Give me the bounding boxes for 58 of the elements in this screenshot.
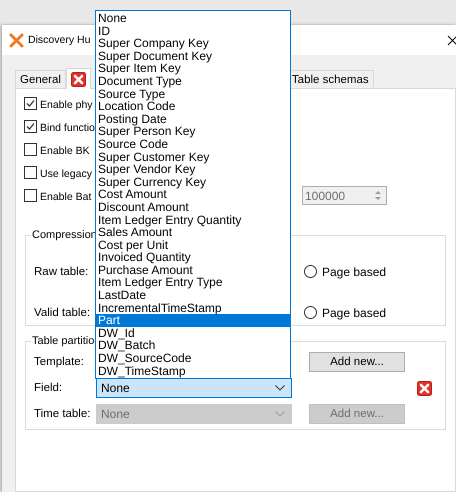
field-label: Time table: bbox=[34, 408, 92, 420]
list-option[interactable]: DW_Batch bbox=[96, 339, 290, 352]
list-option[interactable]: IncrementalTimeStamp bbox=[96, 302, 290, 314]
list-option[interactable]: Discount Amount bbox=[96, 200, 290, 214]
list-option[interactable]: Sales Amount bbox=[96, 226, 290, 239]
add-new-button[interactable]: Add new... bbox=[309, 352, 405, 372]
checkbox[interactable] bbox=[24, 120, 37, 133]
tab[interactable]: General bbox=[15, 70, 66, 88]
list-option[interactable]: DW_Id bbox=[96, 326, 290, 340]
close-icon[interactable] bbox=[447, 34, 456, 46]
list-option[interactable]: DW_SourceCode bbox=[96, 352, 290, 365]
dropdown-field[interactable]: None bbox=[96, 378, 292, 398]
checkbox-label: Enable BK bbox=[40, 144, 90, 156]
list-option[interactable]: Super Person Key bbox=[96, 125, 290, 138]
radio-button[interactable] bbox=[304, 265, 317, 278]
list-option[interactable]: Part bbox=[96, 314, 290, 327]
checkbox[interactable] bbox=[24, 97, 37, 110]
list-option[interactable]: Super Customer Key bbox=[96, 150, 290, 164]
checkbox-label: Enable Bat bbox=[40, 190, 92, 202]
list-option[interactable]: Cost per Unit bbox=[96, 238, 290, 252]
list-option[interactable]: None bbox=[96, 12, 290, 25]
list-option[interactable]: DW_TimeStamp bbox=[96, 364, 290, 378]
field-label: Raw table: bbox=[34, 266, 90, 278]
radio-label: Page based bbox=[322, 306, 386, 320]
list-option[interactable]: LastDate bbox=[96, 289, 290, 302]
window-title: Discovery Hu bbox=[28, 34, 90, 46]
radio-label: Page based bbox=[322, 264, 386, 278]
list-option[interactable]: Super Document Key bbox=[96, 50, 290, 62]
list-option[interactable]: Invoiced Quantity bbox=[96, 251, 290, 264]
x-logo-icon bbox=[9, 32, 24, 48]
list-option[interactable]: Super Company Key bbox=[96, 37, 290, 50]
radio-button[interactable] bbox=[304, 306, 317, 319]
list-option[interactable]: Posting Date bbox=[96, 112, 290, 126]
list-option[interactable]: Super Currency Key bbox=[96, 176, 290, 188]
list-option[interactable]: Item Ledger Entry Quantity bbox=[96, 214, 290, 226]
checkbox-label: Enable phy bbox=[40, 98, 93, 110]
chevron-icon bbox=[275, 411, 285, 417]
field-label: Valid table: bbox=[34, 306, 92, 318]
checkbox[interactable] bbox=[24, 166, 37, 179]
list-option[interactable]: Super Vendor Key bbox=[96, 163, 290, 176]
field-label: Field: bbox=[34, 382, 64, 394]
error-icon bbox=[70, 72, 86, 86]
list-option[interactable]: ID bbox=[96, 24, 290, 38]
group-title: Table partitio bbox=[31, 335, 96, 347]
list-option[interactable]: Item Ledger Entry Type bbox=[96, 276, 290, 290]
checkbox-label: Bind functio bbox=[40, 122, 95, 134]
chevron-icon bbox=[275, 385, 285, 391]
list-option[interactable]: Source Code bbox=[96, 138, 290, 151]
list-option[interactable]: Location Code bbox=[96, 100, 290, 113]
checkbox[interactable] bbox=[24, 143, 37, 156]
checkbox[interactable] bbox=[24, 189, 37, 202]
field-label: Template: bbox=[34, 356, 85, 368]
error-tab[interactable] bbox=[66, 68, 91, 89]
checkbox-label: Use legacy bbox=[40, 168, 92, 180]
list-option[interactable]: Cost Amount bbox=[96, 188, 290, 201]
list-option[interactable]: Purchase Amount bbox=[96, 264, 290, 276]
list-option[interactable]: Source Type bbox=[96, 88, 290, 100]
group-title: Compression bbox=[31, 229, 98, 241]
